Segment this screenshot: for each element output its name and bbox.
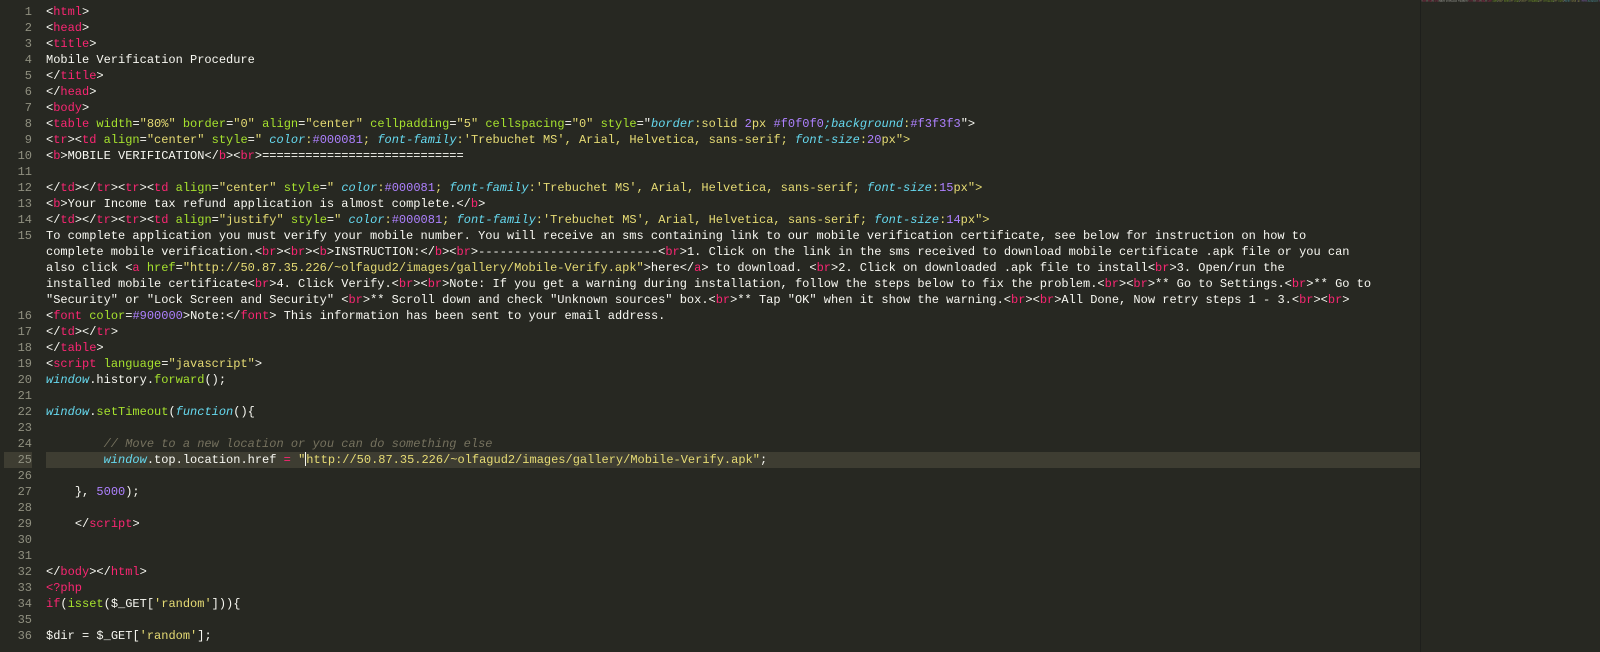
code-editor: 1234567891011121314151617181920212223242… [0,0,1600,652]
line-number-gutter[interactable]: 1234567891011121314151617181920212223242… [0,0,40,652]
minimap[interactable]: <html><head><title>Mobile Verification P… [1420,0,1600,652]
code-area[interactable]: <html><head><title>Mobile Verification P… [40,0,1600,652]
